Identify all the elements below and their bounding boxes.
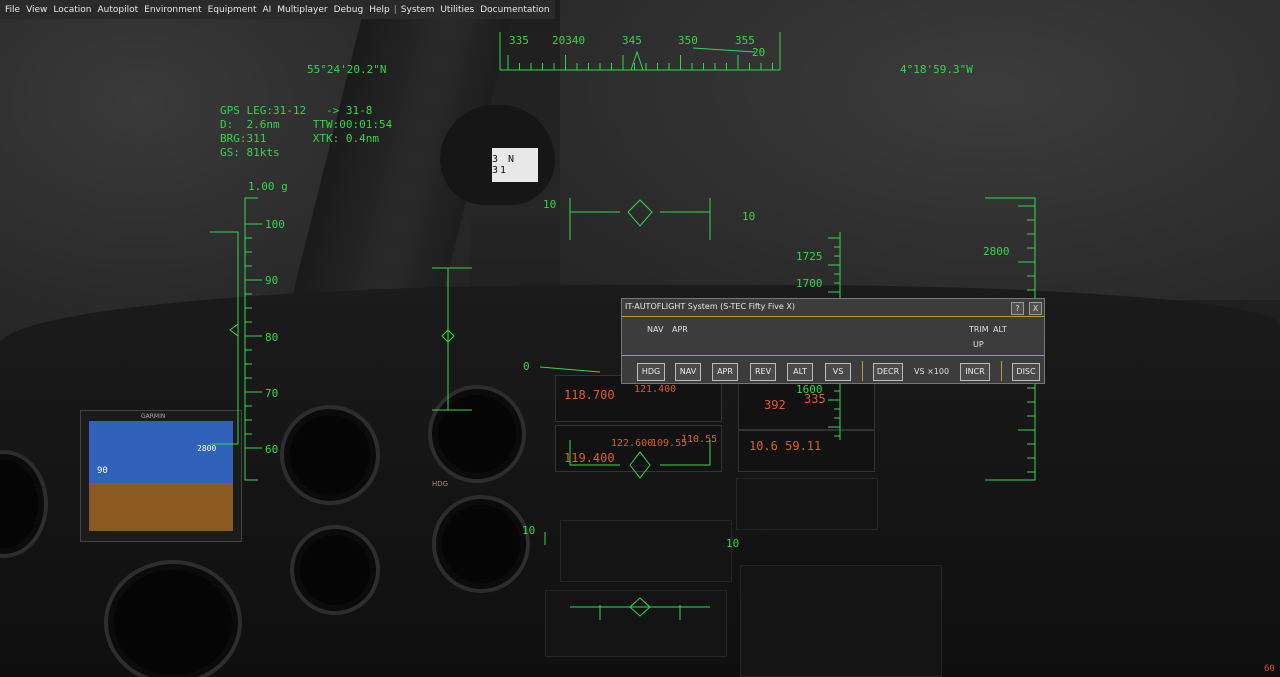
menu-item-equipment[interactable]: Equipment bbox=[205, 5, 260, 15]
menu-item-utilities[interactable]: Utilities bbox=[437, 5, 477, 15]
altitude-preselector[interactable]: 392 335 bbox=[738, 383, 875, 430]
adf-gauge[interactable] bbox=[428, 385, 526, 483]
vs-button[interactable]: VS bbox=[825, 363, 851, 381]
decr-button[interactable]: DECR bbox=[873, 363, 903, 381]
menu-item-autopilot[interactable]: Autopilot bbox=[95, 5, 142, 15]
adf-heading-label: HDG bbox=[432, 480, 449, 488]
hsi-gauge[interactable] bbox=[104, 560, 242, 677]
help-button[interactable]: ? bbox=[1011, 302, 1024, 315]
windshield-right bbox=[560, 0, 1280, 300]
dialog-title: IT-AUTOFLIGHT System (S-TEC Fifty Five X… bbox=[625, 302, 795, 311]
annunciator-trim: TRIM bbox=[969, 325, 989, 334]
hdg-button[interactable]: HDG bbox=[637, 363, 665, 381]
vs-units-label: VS ×100 bbox=[914, 367, 950, 376]
close-button[interactable]: X bbox=[1029, 302, 1042, 315]
com1-active-frequency: 118.700 bbox=[564, 388, 615, 402]
disc-button[interactable]: DISC bbox=[1012, 363, 1040, 381]
transponder[interactable] bbox=[736, 478, 878, 530]
incr-button[interactable]: INCR bbox=[960, 363, 990, 381]
annunciator-alt: ALT bbox=[993, 325, 1007, 334]
timer-readout: 10.6 59.11 bbox=[749, 439, 822, 453]
menu-item-documentation[interactable]: Documentation bbox=[477, 5, 552, 15]
apr-button[interactable]: APR bbox=[712, 363, 738, 381]
vertical-speed-gauge[interactable] bbox=[290, 525, 380, 615]
annunciator-apr: APR bbox=[672, 325, 688, 334]
fps-counter: 60 bbox=[1264, 664, 1275, 674]
magnetic-compass-card: 3 N 31 bbox=[492, 148, 538, 182]
dialog-title-bar[interactable]: IT-AUTOFLIGHT System (S-TEC Fifty Five X… bbox=[622, 299, 1044, 317]
menu-item-view[interactable]: View bbox=[23, 5, 50, 15]
nav1-active-frequency: 119.400 bbox=[564, 451, 615, 465]
nav1-alt-frequency: 110.55 bbox=[681, 434, 718, 445]
pfd-altitude-readout: 2800 bbox=[197, 444, 217, 453]
button-separator bbox=[862, 361, 863, 381]
menu-item-system[interactable]: System bbox=[398, 5, 438, 15]
nav1-radio[interactable]: 119.400 122.600 109.55 110.55 bbox=[555, 425, 722, 472]
annunciator-nav: NAV bbox=[647, 325, 664, 334]
annunciator-up: UP bbox=[973, 340, 984, 349]
menu-item-file[interactable]: File bbox=[2, 5, 23, 15]
garmin-pfd[interactable]: GARMIN 90 2800 bbox=[80, 410, 242, 542]
dialog-divider bbox=[622, 355, 1044, 356]
menu-item-location[interactable]: Location bbox=[50, 5, 94, 15]
alt-preselect-value2: 335 bbox=[804, 392, 826, 406]
menu-item-ai[interactable]: AI bbox=[259, 5, 274, 15]
autopilot-dialog[interactable]: IT-AUTOFLIGHT System (S-TEC Fifty Five X… bbox=[621, 298, 1045, 384]
menu-bar: File View Location Autopilot Environment Equi… bbox=[0, 0, 555, 19]
alt-preselect-value: 392 bbox=[764, 398, 786, 412]
circuit-breaker-panel[interactable] bbox=[740, 565, 942, 677]
nav-button[interactable]: NAV bbox=[675, 363, 701, 381]
cdi-gauge[interactable] bbox=[432, 495, 530, 593]
menu-item-debug[interactable]: Debug bbox=[331, 5, 367, 15]
pfd-ground bbox=[89, 483, 233, 531]
menu-item-multiplayer[interactable]: Multiplayer bbox=[274, 5, 330, 15]
menu-item-environment[interactable]: Environment bbox=[141, 5, 204, 15]
autopilot-panel-unit[interactable] bbox=[560, 520, 732, 582]
rev-button[interactable]: REV bbox=[750, 363, 776, 381]
timer-display[interactable]: 10.6 59.11 bbox=[738, 430, 875, 472]
nav1-standby-frequency: 122.600 bbox=[611, 438, 654, 449]
altimeter-gauge[interactable] bbox=[280, 405, 380, 505]
alt-button[interactable]: ALT bbox=[787, 363, 813, 381]
pfd-brand-label: GARMIN bbox=[141, 413, 166, 420]
button-separator bbox=[1001, 361, 1002, 381]
switch-panel[interactable] bbox=[545, 590, 727, 657]
com1-standby-frequency: 121.400 bbox=[634, 384, 677, 395]
pfd-speed-readout: 90 bbox=[97, 466, 108, 476]
menu-item-help[interactable]: Help bbox=[366, 5, 393, 15]
